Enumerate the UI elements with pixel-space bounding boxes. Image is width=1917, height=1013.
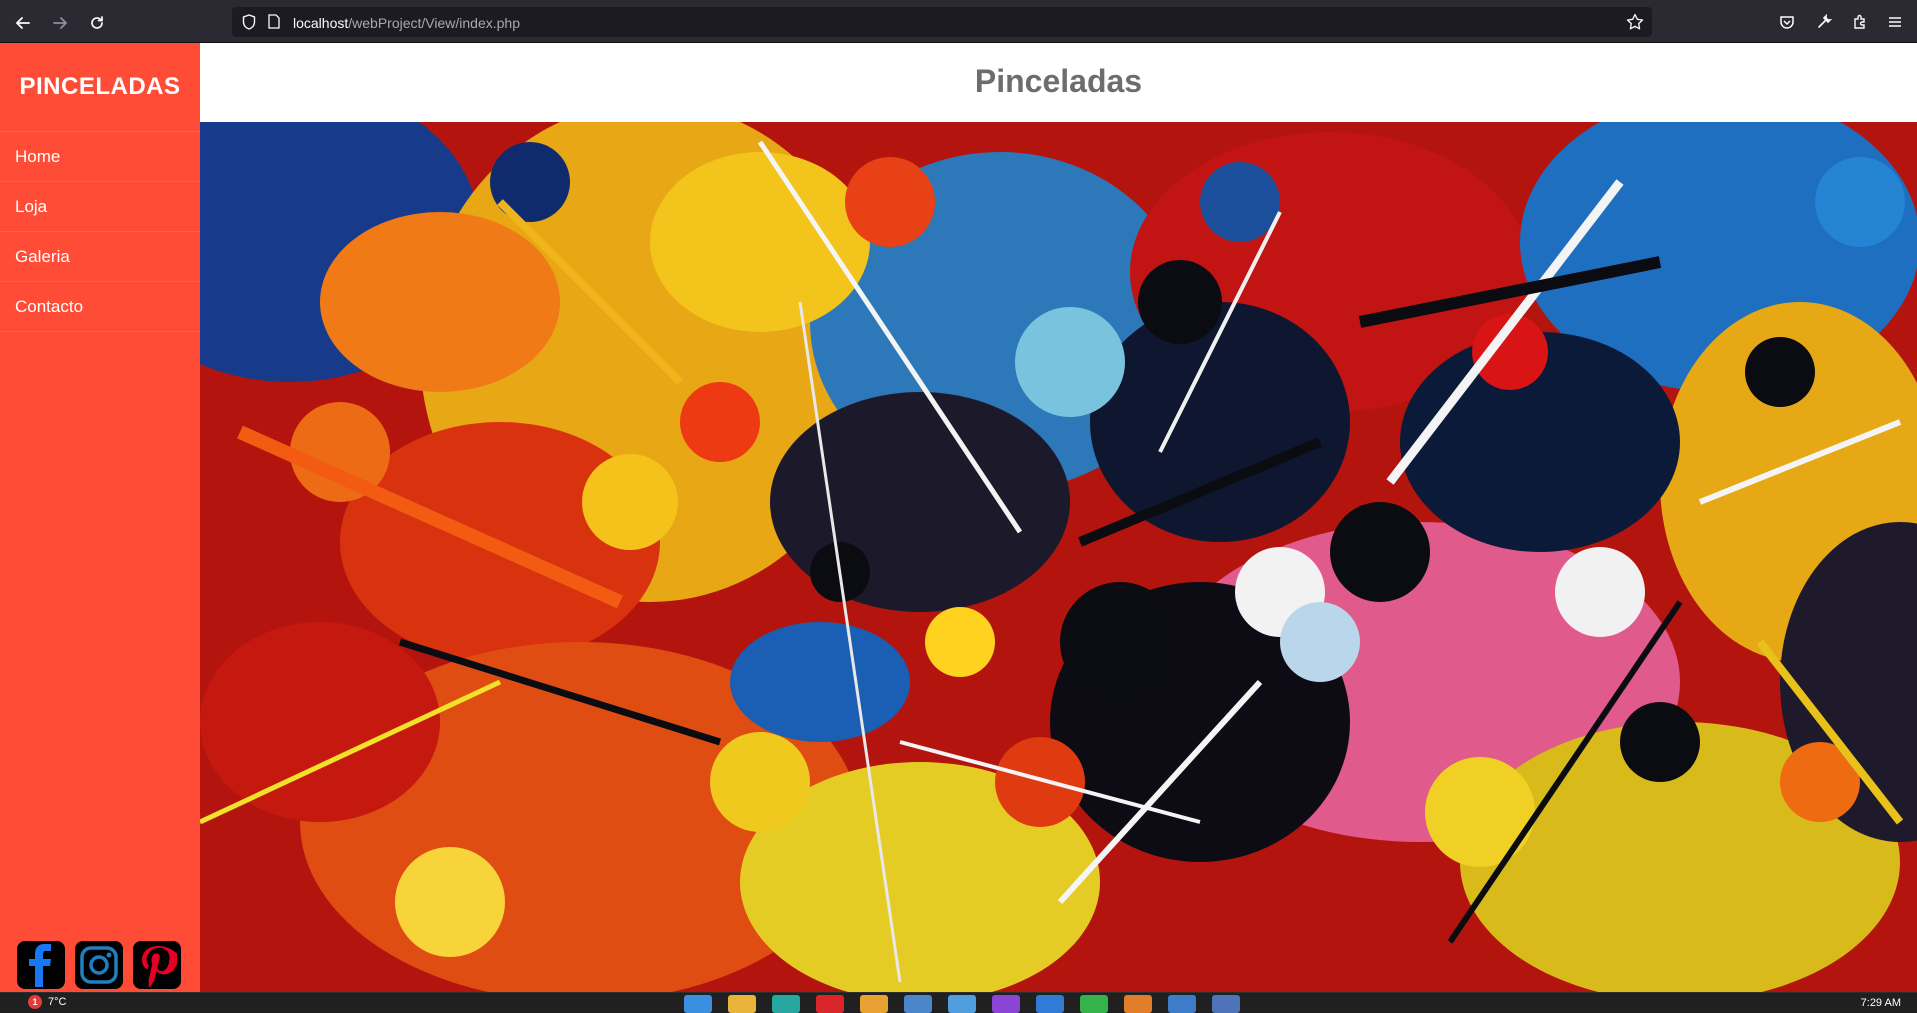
forward-button[interactable] bbox=[47, 10, 73, 36]
chrome-icon[interactable] bbox=[816, 995, 844, 1013]
notification-badge: 1 bbox=[28, 995, 42, 1009]
reload-icon bbox=[91, 16, 103, 29]
abstract-paint-splatter-image bbox=[200, 122, 1917, 992]
sidebar-menu: Home Loja Galeria Contacto bbox=[0, 132, 200, 332]
pocket-icon[interactable] bbox=[1776, 11, 1798, 33]
url-text: localhost/webProject/View/index.php bbox=[293, 15, 520, 31]
forward-arrow-icon bbox=[53, 17, 68, 29]
instagram-icon[interactable] bbox=[75, 941, 123, 989]
web-page: PINCELADAS Home Loja Galeria Contacto Pi… bbox=[0, 43, 1917, 992]
back-arrow-icon bbox=[15, 17, 30, 29]
hero-image bbox=[200, 122, 1917, 992]
remote-desktop-icon[interactable] bbox=[1212, 995, 1240, 1013]
reload-button[interactable] bbox=[84, 10, 110, 36]
browser-icon[interactable] bbox=[948, 995, 976, 1013]
page-header: Pinceladas bbox=[200, 43, 1917, 122]
start-icon[interactable] bbox=[684, 995, 712, 1013]
file-explorer-icon[interactable] bbox=[728, 995, 756, 1013]
extensions-icon[interactable] bbox=[1849, 11, 1871, 33]
sidebar: PINCELADAS Home Loja Galeria Contacto bbox=[0, 43, 200, 992]
vscode-icon[interactable] bbox=[1036, 995, 1064, 1013]
bookmark-star-icon[interactable] bbox=[1626, 13, 1644, 36]
wrench-icon[interactable] bbox=[1813, 11, 1835, 33]
address-bar[interactable]: localhost/webProject/View/index.php bbox=[232, 7, 1652, 37]
folder-icon[interactable] bbox=[860, 995, 888, 1013]
whatsapp-icon[interactable] bbox=[1080, 995, 1108, 1013]
edge-icon[interactable] bbox=[772, 995, 800, 1013]
page-icon bbox=[268, 14, 280, 34]
url-host: localhost bbox=[293, 15, 349, 31]
facebook-icon[interactable] bbox=[17, 941, 65, 989]
menu-icon[interactable] bbox=[1884, 11, 1906, 33]
os-taskbar: 1 7°C 7:29 AM bbox=[0, 992, 1917, 1013]
app-icon[interactable] bbox=[992, 995, 1020, 1013]
sidebar-item-galeria[interactable]: Galeria bbox=[0, 232, 200, 282]
url-path: /webProject/View/index.php bbox=[348, 15, 520, 31]
taskbar-apps bbox=[684, 995, 1240, 1013]
store-icon[interactable] bbox=[904, 995, 932, 1013]
temperature-text: 7°C bbox=[48, 996, 67, 1008]
shield-icon[interactable] bbox=[242, 14, 256, 35]
pinterest-icon[interactable] bbox=[133, 941, 181, 989]
brand-logo[interactable]: PINCELADAS bbox=[0, 73, 200, 101]
xampp-icon[interactable] bbox=[1124, 995, 1152, 1013]
notepad-icon[interactable] bbox=[1168, 995, 1196, 1013]
social-links bbox=[17, 941, 181, 989]
clock[interactable]: 7:29 AM bbox=[1861, 997, 1901, 1009]
browser-toolbar: localhost/webProject/View/index.php bbox=[0, 0, 1917, 43]
back-button[interactable] bbox=[10, 10, 36, 36]
sidebar-item-home[interactable]: Home bbox=[0, 132, 200, 182]
weather-widget[interactable]: 1 7°C bbox=[28, 995, 66, 1009]
sidebar-item-loja[interactable]: Loja bbox=[0, 182, 200, 232]
sidebar-item-contacto[interactable]: Contacto bbox=[0, 282, 200, 332]
main-content: Pinceladas bbox=[200, 43, 1917, 992]
page-title: Pinceladas bbox=[974, 63, 1143, 99]
